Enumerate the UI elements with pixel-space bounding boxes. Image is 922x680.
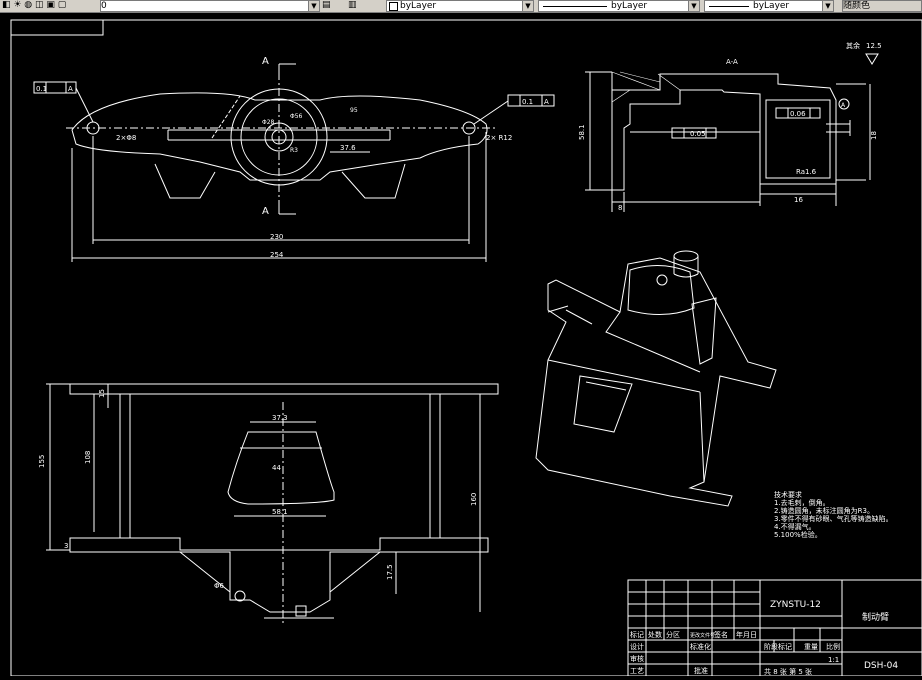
rev-mark: 标记 [630,630,644,639]
color-combo-value: byLayer [400,1,437,11]
layer-combo[interactable]: 0 ▼ [100,0,320,12]
section-view [585,53,879,212]
dim-58-1-front: 58.1 [272,508,288,516]
part-name: 制动臂 [862,611,889,623]
label-stage-mark: 阶段标记 [764,642,792,651]
tol-4: 0.06 [790,110,806,118]
dim-58-1: 58.1 [578,124,586,140]
layer-previous-icon[interactable]: ▥ [348,0,357,11]
dim-2-phi: 2×Φ8 [116,134,136,142]
lineweight-combo[interactable]: byLayer ▼ [704,0,834,12]
datum-2: A [544,98,549,106]
datum-circle-label: A [841,102,846,109]
label-review: 审核 [630,654,644,663]
dim-2r12: 2× R12 [486,134,512,142]
dim-18: 18 [870,131,878,140]
rev-count: 处数 [648,630,662,639]
roughness-value: 12.5 [866,42,882,50]
plotstyle-combo-value: 随颜色 [843,1,871,11]
cad-drawing[interactable]: A A A-A 230 254 37.6 2×Φ8 2× R12 0.1 0.1… [0,12,922,677]
dim-r3: R3 [290,147,298,154]
tol-1: 0.1 [36,85,47,93]
rev-file: 更改文件号 [690,632,715,639]
roughness-ra: Ra1.6 [796,168,817,176]
title-block-text: ZYNSTU-12 制动臂 DSH-04 1:1 共 8 张 第 5 张 标记 … [630,600,898,676]
dim-phi28: Φ28 [262,119,275,126]
dim-108: 108 [84,451,92,464]
label-design: 设计 [630,642,644,651]
section-mark-top: A [262,56,269,67]
dim-254: 254 [270,251,284,259]
tol-2: 0.1 [522,98,533,106]
label-approve: 批准 [694,666,708,675]
chevron-down-icon[interactable]: ▼ [308,1,319,11]
scale-value: 1:1 [828,656,839,664]
tech-item: 5.100%检验。 [774,531,822,539]
drawing-canvas[interactable]: A A A-A 230 254 37.6 2×Φ8 2× R12 0.1 0.1… [0,12,922,677]
label-standardization: 标准化 [690,642,711,651]
linetype-combo-value: byLayer [611,1,648,11]
dim-160: 160 [470,493,478,506]
dim-155: 155 [38,455,46,468]
dim-8: 8 [618,204,622,212]
dim-95: 95 [350,107,358,114]
part-code: DSH-04 [864,661,898,671]
layers-icon[interactable]: ▤ [322,0,331,11]
dim-3: 3 [64,542,68,550]
color-swatch-icon [389,2,398,11]
tech-item: 1.去毛刺，倒角。 [774,499,830,507]
color-combo[interactable]: byLayer ▼ [386,0,534,12]
dim-37-6: 37.6 [340,144,356,152]
layer-combo-value: 0 [101,1,107,11]
linetype-preview [543,6,607,7]
frame-corner-box [10,19,104,36]
label-weight: 重量 [804,643,818,651]
layer-state-icons[interactable]: ◧ ☀ ◍ ◫ ▣ ▢ [2,0,66,11]
dim-230: 230 [270,233,283,241]
section-title: A-A [726,58,738,66]
dim-37-3: 37.3 [272,414,288,422]
roughness-other: 其余 [846,41,860,50]
dimension-labels: A A A-A 230 254 37.6 2×Φ8 2× R12 0.1 0.1… [36,41,882,590]
dim-phi6: Φ6 [214,582,225,590]
lineweight-preview [709,6,749,7]
top-view [33,63,555,262]
label-process: 工艺 [630,667,644,675]
datum-1: A [68,85,73,93]
lineweight-combo-value: byLayer [753,1,790,11]
tech-requirements: 技术要求 1.去毛刺，倒角。 2.铸造圆角，未标注圆角为R3。 3.零件不得有砂… [774,491,893,539]
label-scale: 比例 [826,642,840,651]
isometric-view [535,250,777,507]
rev-sign: 签名 [714,630,728,639]
rev-date: 年月日 [736,630,757,639]
dim-17-5: 17.5 [386,564,394,580]
chevron-down-icon[interactable]: ▼ [822,1,833,11]
tech-title: 技术要求 [774,491,802,499]
dim-15: 15 [98,389,106,398]
dim-16: 16 [794,196,803,204]
dim-44: 44 [272,464,281,472]
tech-item: 4.不得漏气。 [774,523,816,531]
sheet-info: 共 8 张 第 5 张 [764,667,812,676]
linetype-combo[interactable]: byLayer ▼ [538,0,700,12]
chevron-down-icon[interactable]: ▼ [522,1,533,11]
tech-item: 2.铸造圆角，未标注圆角为R3。 [774,507,874,515]
drawing-number: ZYNSTU-12 [770,600,821,610]
plotstyle-combo[interactable]: 随颜色 [842,0,922,12]
dim-phi56: Φ56 [290,113,303,120]
tol-3: 0.05 [690,130,706,138]
section-mark-bottom: A [262,206,269,217]
rev-zone: 分区 [666,630,680,639]
tech-item: 3.零件不得有砂眼、气孔等铸造缺陷。 [774,515,893,523]
chevron-down-icon[interactable]: ▼ [688,1,699,11]
